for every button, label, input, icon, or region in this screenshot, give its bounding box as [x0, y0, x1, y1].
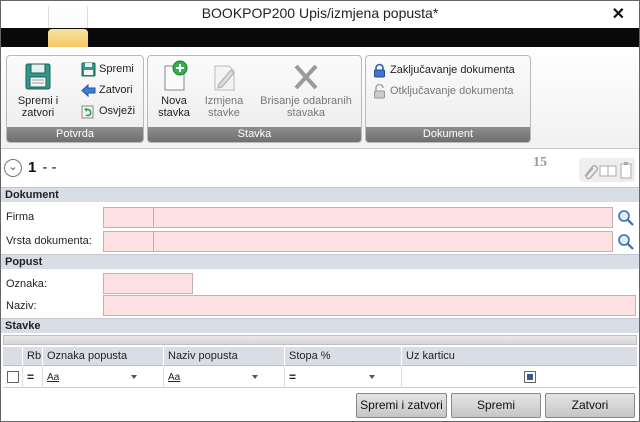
section-dokument: Dokument — [1, 187, 639, 202]
new-document-icon — [164, 60, 188, 91]
section-popust: Popust — [1, 254, 639, 269]
ribbon-tab-strip — [1, 28, 639, 47]
edit-item-ribbon-button[interactable]: Izmjena stavke — [200, 60, 248, 119]
grid-toolbar — [3, 335, 637, 345]
grid-header: Rb Oznaka popusta Naziv popusta Stopa % … — [3, 347, 637, 366]
ribbon-group-potvrda: Spremi i zatvori Spremi Zatvori Osvježi … — [6, 55, 144, 143]
close-button[interactable]: Zatvori — [545, 393, 635, 418]
close-window-icon[interactable]: ✕ — [612, 4, 625, 24]
naziv-input[interactable] — [103, 295, 636, 316]
text-operator-icon: Aa — [47, 372, 60, 383]
uz-karticu-filter-checkbox[interactable] — [523, 371, 536, 384]
lock-icon — [374, 63, 385, 78]
equals-operator-icon: = — [27, 370, 35, 384]
group-label-stavka: Stavka — [148, 127, 361, 142]
firma-name-input[interactable] — [153, 207, 613, 228]
paperclip-icon[interactable] — [584, 165, 598, 180]
save-close-button[interactable]: Spremi i zatvori — [356, 393, 447, 418]
vrsta-name-input[interactable] — [153, 231, 613, 252]
app-tab-top — [48, 6, 88, 29]
col-stopa[interactable]: Stopa % — [285, 347, 402, 366]
record-number: 1 - - — [28, 159, 57, 176]
save-button[interactable]: Spremi — [451, 393, 541, 418]
oznaka-label: Oznaka: — [6, 278, 47, 290]
lock-document-button[interactable]: Zaključavanje dokumenta — [372, 61, 515, 79]
save-ribbon-button[interactable]: Spremi — [81, 60, 134, 78]
attachment-tools-icons — [584, 162, 632, 180]
unlock-document-label: Otključavanje dokumenta — [390, 85, 514, 97]
attachment-tools — [579, 158, 635, 182]
row-select-checkbox[interactable] — [7, 371, 19, 384]
new-item-label-1: Nova — [161, 95, 187, 107]
vrsta-search-icon[interactable] — [614, 231, 636, 252]
firma-search-icon[interactable] — [614, 207, 636, 228]
chevron-down-icon[interactable] — [131, 375, 137, 379]
record-separators: - - — [42, 159, 57, 176]
refresh-label: Osvježi — [99, 105, 136, 117]
oznaka-input[interactable] — [103, 273, 193, 294]
equals-operator-icon: = — [289, 370, 297, 384]
clipboard-icon[interactable] — [620, 163, 632, 179]
filter-select-cell[interactable] — [3, 367, 23, 388]
firma-label: Firma — [6, 211, 35, 223]
section-stavke: Stavke — [1, 318, 639, 333]
col-select[interactable] — [3, 347, 23, 366]
unlock-document-button[interactable]: Otključavanje dokumenta — [372, 82, 514, 100]
chevron-down-icon[interactable] — [369, 375, 375, 379]
close-ribbon-button[interactable]: Zatvori — [81, 81, 133, 99]
group-label-dokument: Dokument — [366, 127, 530, 142]
expand-chevron-icon[interactable]: ⌄ — [4, 159, 22, 177]
floppy-disk-icon — [81, 62, 96, 77]
grid-filter-row: = Aa Aa = — [3, 367, 637, 388]
delete-items-label-2: stavaka — [287, 107, 325, 119]
book-icon[interactable] — [599, 165, 617, 177]
save-label: Spremi — [99, 63, 134, 75]
text-operator-icon: Aa — [168, 372, 181, 383]
unlock-icon — [374, 83, 385, 99]
record-header: ⌄ 1 - - 15 — [1, 150, 639, 185]
filter-oznaka-cell[interactable]: Aa — [43, 367, 164, 388]
floppy-disk-icon — [25, 63, 51, 90]
delete-x-icon — [294, 64, 318, 90]
title-bar: BOOKPOP200 Upis/izmjena popusta* ✕ — [1, 1, 639, 28]
ribbon-group-dokument: Zaključavanje dokumenta Otključavanje do… — [365, 55, 531, 143]
naziv-label: Naziv: — [6, 300, 37, 312]
group-label-potvrda: Potvrda — [7, 127, 143, 142]
filter-rb-cell[interactable]: = — [23, 367, 43, 388]
record-number-value: 1 — [28, 159, 37, 176]
delete-items-ribbon-button[interactable]: Brisanje odabranih stavaka — [254, 60, 358, 119]
edit-document-icon — [214, 65, 235, 91]
vrsta-code-input[interactable] — [103, 231, 154, 252]
window-title: BOOKPOP200 Upis/izmjena popusta* — [201, 5, 439, 21]
firma-code-input[interactable] — [103, 207, 154, 228]
delete-items-label-1: Brisanje odabranih — [260, 95, 352, 107]
dialog-window: BOOKPOP200 Upis/izmjena popusta* ✕ Sprem… — [0, 0, 640, 422]
refresh-icon — [81, 105, 94, 119]
filter-uz-karticu-cell[interactable] — [402, 367, 637, 388]
chevron-down-icon[interactable] — [252, 375, 258, 379]
new-item-label-2: stavka — [158, 107, 190, 119]
refresh-ribbon-button[interactable]: Osvježi — [81, 102, 135, 120]
ribbon-group-stavka: Nova stavka Izmjena stavke Brisanje odab… — [147, 55, 362, 143]
col-naziv-popusta[interactable]: Naziv popusta — [164, 347, 285, 366]
record-count: 15 — [533, 155, 547, 170]
edit-item-label-1: Izmjena — [204, 95, 244, 107]
arrow-left-icon — [81, 83, 96, 97]
ribbon: Spremi i zatvori Spremi Zatvori Osvježi … — [1, 47, 639, 149]
save-close-label-1: Spremi i — [17, 95, 59, 107]
col-uz-karticu[interactable]: Uz karticu — [402, 347, 637, 366]
filter-stopa-cell[interactable]: = — [285, 367, 402, 388]
lock-document-label: Zaključavanje dokumenta — [390, 64, 515, 76]
col-rb[interactable]: Rb — [23, 347, 43, 366]
vrsta-dokumenta-label: Vrsta dokumenta: — [6, 235, 92, 247]
filter-naziv-cell[interactable]: Aa — [164, 367, 285, 388]
close-label: Zatvori — [99, 84, 133, 96]
save-close-ribbon-button[interactable]: Spremi i zatvori — [13, 60, 63, 119]
edit-item-label-2: stavke — [208, 107, 240, 119]
new-item-ribbon-button[interactable]: Nova stavka — [154, 60, 194, 119]
save-close-label-2: zatvori — [21, 107, 55, 119]
col-oznaka-popusta[interactable]: Oznaka popusta — [43, 347, 164, 366]
